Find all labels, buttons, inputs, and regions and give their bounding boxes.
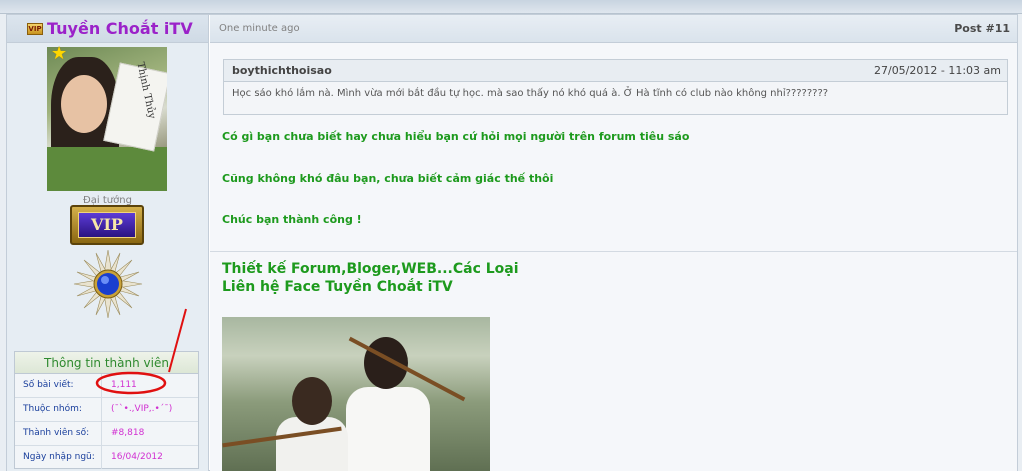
post-number-link[interactable]: Post #11 [954, 22, 1010, 35]
profile-row-join-date: Ngày nhập ngũ: 16/04/2012 [15, 446, 198, 470]
profile-row-group: Thuộc nhóm: (¯`•.,VIP,.•´¯) [15, 398, 198, 422]
signature-contact: Liên hệ Face Tuyền Choắt iTV [222, 279, 453, 295]
post-container: VIP Tuyền Choắt iTV Thịnh Thủy ★ Đại tướ… [6, 14, 1018, 471]
vip-tag-icon: VIP [27, 23, 43, 35]
profile-value: 16/04/2012 [111, 452, 163, 462]
quote-text: Học sáo khó lắm nà. Mình vừa mới bắt đầu… [232, 88, 829, 99]
quote-author: boythichthoisao [232, 64, 332, 77]
post-content-area: One minute ago Post #11 boythichthoisao … [210, 15, 1017, 471]
profile-label: Số bài viết: [15, 374, 102, 397]
message-line: Chúc bạn thành công ! [222, 213, 362, 226]
profile-value: 1,111 [111, 380, 137, 390]
username-link[interactable]: Tuyền Choắt iTV [47, 19, 193, 38]
vip-badge-icon: VIP [70, 205, 144, 245]
quote-block: boythichthoisao 27/05/2012 - 11:03 am Họ… [223, 59, 1008, 115]
profile-label: Thành viên số: [15, 422, 102, 445]
signature-divider [210, 251, 1017, 252]
signature-line: Thiết kế Forum,Bloger,WEB...Các Loại [222, 261, 519, 277]
profile-header: Thông tin thành viên [15, 352, 198, 374]
profile-value: #8,818 [111, 428, 145, 438]
profile-box: Thông tin thành viên Số bài viết: 1,111 … [14, 351, 199, 469]
username-bar: VIP Tuyền Choắt iTV [7, 15, 208, 43]
avatar[interactable]: Thịnh Thủy [47, 47, 167, 191]
profile-row-posts: Số bài viết: 1,111 [15, 374, 198, 398]
signature-photo [222, 317, 490, 471]
vip-badge-label: VIP [78, 212, 136, 238]
medal-icon [73, 249, 143, 319]
profile-label: Ngày nhập ngũ: [15, 446, 102, 469]
signature-contact-prefix: Liên hệ [222, 279, 285, 295]
profile-value: (¯`•.,VIP,.•´¯) [111, 404, 173, 414]
message-line: Cũng không khó đâu bạn, chưa biết cảm gi… [222, 172, 554, 185]
user-info-panel: VIP Tuyền Choắt iTV Thịnh Thủy ★ Đại tướ… [7, 15, 209, 471]
top-bar [0, 0, 1022, 14]
star-icon: ★ [51, 43, 68, 64]
signature-face-link[interactable]: Face Tuyền Choắt iTV [284, 279, 452, 295]
message-line: Có gì bạn chưa biết hay chưa hiểu bạn cứ… [222, 130, 690, 143]
post-header: One minute ago Post #11 [210, 15, 1017, 43]
post-date: One minute ago [219, 23, 300, 34]
profile-row-member-number: Thành viên số: #8,818 [15, 422, 198, 446]
quote-header: boythichthoisao 27/05/2012 - 11:03 am [224, 60, 1007, 82]
profile-label: Thuộc nhóm: [15, 398, 102, 421]
quote-date: 27/05/2012 - 11:03 am [873, 64, 1001, 77]
